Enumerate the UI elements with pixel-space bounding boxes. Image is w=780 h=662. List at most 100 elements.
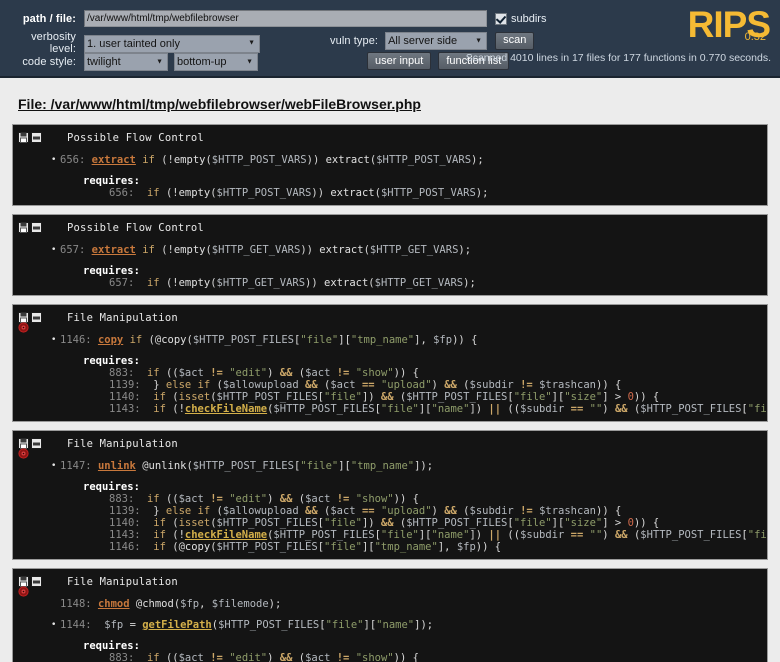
vuln-function-link[interactable]: unlink	[98, 460, 136, 472]
entry-line-number: 1144:	[60, 619, 92, 631]
requires-line-number: 1140:	[109, 391, 141, 403]
path-input[interactable]	[84, 10, 487, 27]
bug-icon[interactable]	[18, 322, 29, 333]
block-icons[interactable]	[18, 222, 42, 233]
requires-code-line: 656: if (!empty($HTTP_POST_VARS)) extrac…	[109, 187, 489, 199]
collapse-icon[interactable]	[31, 576, 42, 587]
scan-button[interactable]: scan	[495, 31, 535, 50]
vuln-entry: • 657: extract if (!empty($HTTP_GET_VARS)…	[51, 244, 472, 256]
subdirs-checkbox-group[interactable]: subdirs	[495, 12, 547, 25]
entry-bullet: •	[51, 245, 57, 255]
collapse-icon[interactable]	[31, 312, 42, 323]
requires-label: requires:	[83, 265, 140, 277]
entry-bullet: •	[51, 335, 57, 345]
requires-code-line: 1139: } else if ($allowupload && ($act =…	[109, 505, 622, 517]
result-block: File Manipulation • 1146: copy if (@copy($…	[12, 304, 768, 422]
requires-code-line: 1146: if (@copy($HTTP_POST_FILES["file"]…	[109, 541, 502, 553]
requires-label: requires:	[83, 175, 140, 187]
verbosity-select[interactable]: 1. user tainted only	[84, 34, 260, 53]
bug-icon[interactable]	[18, 448, 29, 459]
result-block: Possible Flow Control • 657: extract if (!…	[12, 214, 768, 296]
requires-section: requires:	[13, 265, 767, 277]
block-title: Possible Flow Control	[67, 132, 204, 144]
block-title: File Manipulation	[67, 438, 178, 450]
entry-bullet: •	[51, 461, 57, 471]
requires-line-number: 1143:	[109, 529, 141, 541]
vuln-function-link[interactable]: chmod	[98, 598, 130, 610]
requires-code-line: 1143: if (!checkFileName($HTTP_POST_FILE…	[109, 403, 767, 415]
block-title: File Manipulation	[67, 312, 178, 324]
vuln-entry: • 1144: $fp = getFilePath($HTTP_POST_FILE…	[51, 619, 434, 631]
requires-code-line: 883: if (($act != "edit") && ($act != "s…	[109, 652, 419, 662]
requires-line-number: 657:	[109, 277, 135, 289]
path-row: path / file: subdirs	[14, 10, 546, 27]
subdirs-checkbox[interactable]	[495, 12, 507, 25]
collapse-icon[interactable]	[31, 222, 42, 233]
requires-code-line: 1143: if (!checkFileName($HTTP_POST_FILE…	[109, 529, 767, 541]
entry-line-number: 656:	[60, 154, 86, 166]
requires-line-number: 656:	[109, 187, 135, 199]
vuln-function-link[interactable]: extract	[92, 154, 136, 166]
requires-code-line: 883: if (($act != "edit") && ($act != "s…	[109, 493, 419, 505]
rips-logo: RIPS 0.32	[590, 6, 771, 46]
entry-bullet: •	[51, 155, 57, 165]
requires-section: requires:	[13, 481, 767, 493]
bug-icon[interactable]	[18, 586, 29, 597]
vulntype-select[interactable]: All server side	[385, 32, 488, 50]
requires-line-number: 883:	[109, 367, 135, 379]
save-icon[interactable]	[18, 222, 29, 233]
block-title: File Manipulation	[67, 576, 178, 588]
requires-line-number: 883:	[109, 493, 135, 505]
vuln-entry: 1148: chmod @chmod($fp, $filemode);	[13, 598, 767, 610]
page-title: File: /var/www/html/tmp/webfilebrowser/w…	[18, 96, 421, 112]
requires-section: requires:	[13, 640, 767, 652]
save-icon[interactable]	[18, 132, 29, 143]
vuln-entry: • 656: extract if (!empty($HTTP_POST_VARS…	[51, 154, 484, 166]
block-header: File Manipulation	[13, 436, 767, 451]
requires-label: requires:	[83, 640, 140, 652]
codestyle-label: code style:	[22, 55, 76, 68]
vulntype-label: vuln type:	[330, 34, 379, 47]
vuln-function-link[interactable]: getFilePath	[142, 619, 212, 631]
result-block: Possible Flow Control • 656: extract if (!…	[12, 124, 768, 206]
result-block: File Manipulation • 1147: unlink @unlink($…	[12, 430, 768, 560]
block-header: File Manipulation	[13, 310, 767, 325]
vulntype-row: vuln type: All server side ▼ scan	[330, 31, 535, 50]
user-input-button[interactable]: user input	[367, 52, 432, 70]
entry-line-number: 1146:	[60, 334, 92, 346]
requires-line-number: 883:	[109, 652, 135, 662]
requires-line-number: 1140:	[109, 517, 141, 529]
requires-code-line: 1140: if (isset($HTTP_POST_FILES["file"]…	[109, 517, 660, 529]
requires-label: requires:	[83, 355, 140, 367]
requires-line-number: 1139:	[109, 505, 141, 517]
entry-bullet	[51, 599, 60, 609]
requires-line-number: 1146:	[109, 541, 141, 553]
toolbar-header: path / file: subdirs verbosity level: 1.…	[0, 0, 780, 78]
collapse-icon[interactable]	[31, 132, 42, 143]
requires-line-number: 1139:	[109, 379, 141, 391]
requires-code-line: 883: if (($act != "edit") && ($act != "s…	[109, 367, 419, 379]
requires-line-number: 1143:	[109, 403, 141, 415]
collapse-icon[interactable]	[31, 438, 42, 449]
path-label: path / file:	[22, 12, 76, 25]
codestyle-select[interactable]: twilight	[84, 53, 168, 71]
scan-status-text: Scanned 4010 lines in 17 files for 177 f…	[465, 52, 771, 64]
entry-line-number: 1148:	[60, 598, 92, 610]
subdirs-label: subdirs	[511, 12, 547, 25]
result-block: File Manipulation 1148: chmod @chmod($fp…	[12, 568, 768, 662]
block-header: Possible Flow Control	[13, 220, 767, 235]
requires-label: requires:	[83, 481, 140, 493]
order-select[interactable]: bottom-up	[174, 53, 258, 71]
result-blocks: Possible Flow Control • 656: extract if (!…	[10, 124, 770, 662]
block-icons[interactable]	[18, 132, 42, 143]
vuln-entry: • 1146: copy if (@copy($HTTP_POST_FILES["…	[51, 334, 478, 346]
requires-code-line: 657: if (!empty($HTTP_GET_VARS)) extract…	[109, 277, 476, 289]
requires-section: requires:	[13, 175, 767, 187]
codestyle-row: code style: twilight ▼ bottom-up ▼	[14, 52, 258, 71]
vuln-function-link[interactable]: extract	[92, 244, 136, 256]
vuln-function-link[interactable]: copy	[98, 334, 123, 346]
requires-code-line: 1139: } else if ($allowupload && ($act =…	[109, 379, 622, 391]
entry-line-number: 657:	[60, 244, 86, 256]
block-title: Possible Flow Control	[67, 222, 204, 234]
block-header: File Manipulation	[13, 574, 767, 589]
